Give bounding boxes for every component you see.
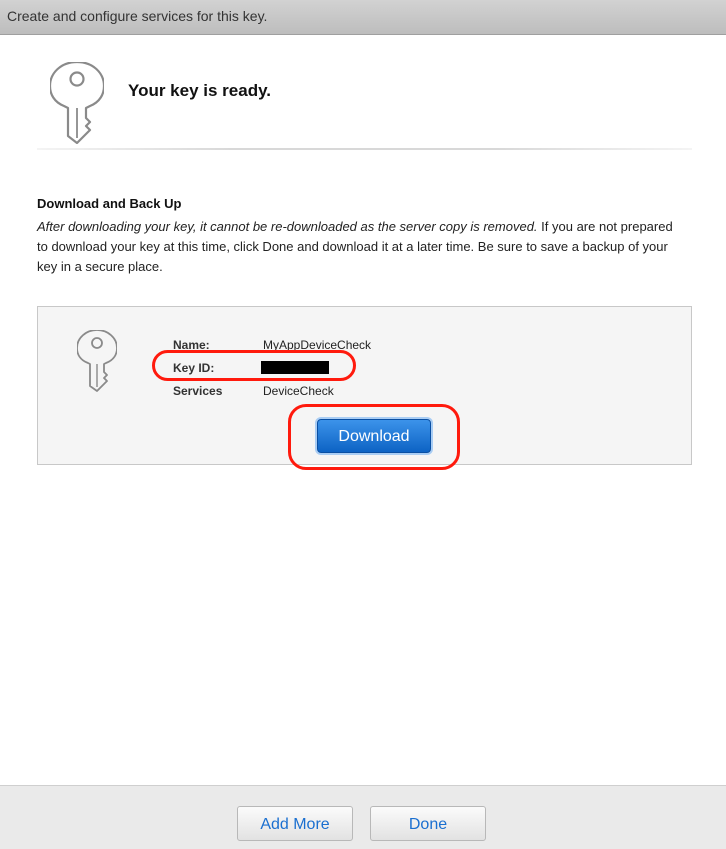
footer-bar [0, 785, 726, 849]
divider [37, 148, 692, 150]
key-icon [77, 330, 117, 392]
done-button[interactable]: Done [370, 806, 486, 841]
download-highlight [288, 404, 460, 470]
header-bar: Create and configure services for this k… [0, 0, 726, 35]
page-title: Your key is ready. [128, 81, 271, 100]
key-icon [50, 62, 104, 144]
warning-text: After downloading your key, it cannot be… [37, 219, 538, 234]
section-description: After downloading your key, it cannot be… [37, 217, 687, 277]
section-title: Download and Back Up [37, 196, 182, 211]
add-more-button[interactable]: Add More [237, 806, 353, 841]
header-subtitle: Create and configure services for this k… [7, 8, 268, 24]
services-value: DeviceCheck [263, 384, 334, 398]
services-label: Services [173, 384, 223, 398]
key-ready-page: Create and configure services for this k… [0, 0, 726, 849]
key-id-highlight [152, 350, 356, 381]
